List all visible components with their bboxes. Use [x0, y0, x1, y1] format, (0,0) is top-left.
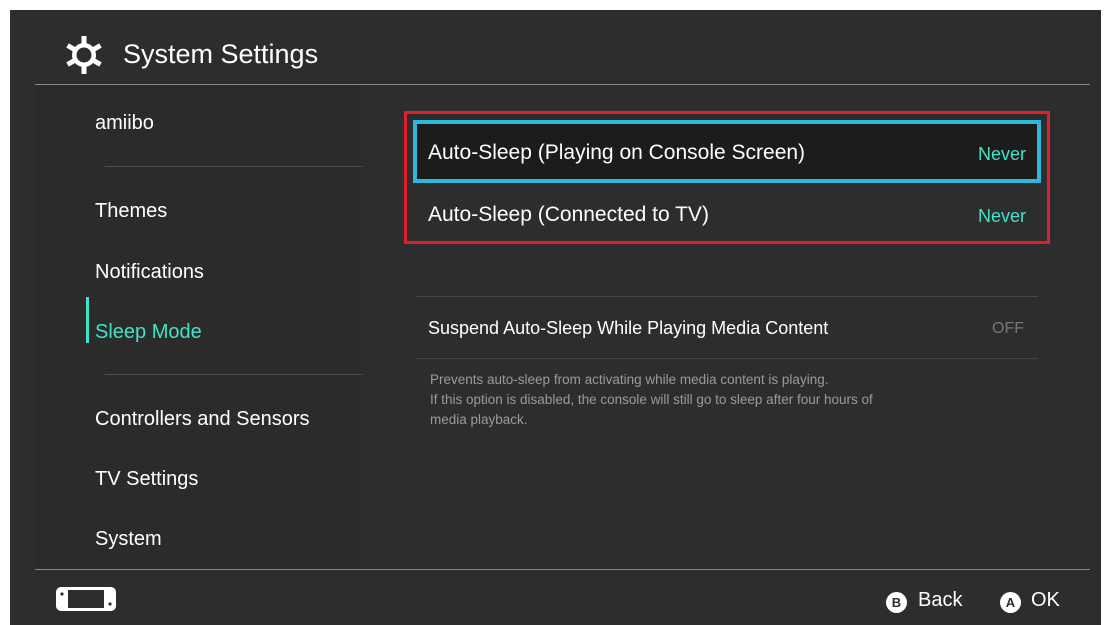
sidebar-item-tv-settings[interactable]: TV Settings: [95, 468, 198, 491]
sidebar-separator: [105, 374, 363, 375]
setting-description: Prevents auto-sleep from activating whil…: [430, 370, 1030, 430]
page-title: System Settings: [123, 39, 319, 69]
footer-divider: [35, 569, 1090, 570]
setting-label: Auto-Sleep (Playing on Console Screen): [428, 141, 806, 164]
sidebar-separator: [105, 166, 363, 167]
setting-separator: [416, 296, 1038, 297]
sidebar-item-themes[interactable]: Themes: [95, 200, 167, 223]
sidebar-item-controllers-and-sensors[interactable]: Controllers and Sensors: [95, 408, 310, 431]
setting-value: Never: [977, 206, 1026, 226]
setting-separator: [416, 358, 1038, 359]
sidebar: amiibo Themes Notifications Sleep Mode C…: [35, 85, 363, 568]
back-button-label[interactable]: Back: [918, 589, 962, 612]
sidebar-item-amiibo[interactable]: amiibo: [95, 112, 154, 135]
description-line: media playback.: [430, 412, 528, 427]
b-button-icon[interactable]: B: [886, 592, 907, 613]
header: System Settings: [10, 10, 1101, 84]
console-icon: [56, 587, 116, 611]
a-button-icon[interactable]: A: [1000, 592, 1021, 613]
sidebar-item-system[interactable]: System: [95, 528, 162, 551]
description-line: Prevents auto-sleep from activating whil…: [430, 372, 829, 387]
setting-value: OFF: [992, 320, 1024, 337]
description-line: If this option is disabled, the console …: [430, 392, 873, 407]
sidebar-item-sleep-mode[interactable]: Sleep Mode: [95, 321, 202, 344]
setting-row-tv-sleep[interactable]: Auto-Sleep (Connected to TV): [428, 203, 709, 227]
sidebar-item-notifications[interactable]: Notifications: [95, 261, 204, 284]
gear-icon: [66, 36, 102, 74]
setting-row-suspend-media[interactable]: Suspend Auto-Sleep While Playing Media C…: [428, 318, 828, 339]
system-settings-screen: System Settings amiibo Themes Notificati…: [10, 10, 1101, 625]
active-indicator: [86, 297, 89, 343]
setting-value: Never: [977, 144, 1026, 164]
ok-button-label[interactable]: OK: [1031, 589, 1060, 612]
